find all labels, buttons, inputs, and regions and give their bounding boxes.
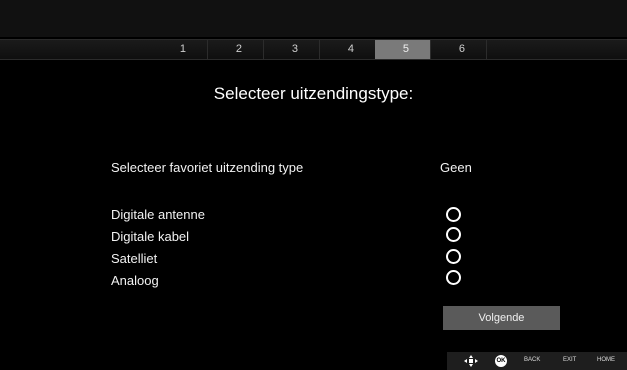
- step-4: 4: [320, 40, 376, 59]
- option-analoog[interactable]: Analoog: [111, 273, 159, 288]
- step-progress-bar: 1 2 3 4 5 6: [0, 39, 627, 60]
- top-band: [0, 0, 627, 37]
- radio-satelliet[interactable]: [446, 249, 461, 264]
- back-key-label: BACK: [524, 357, 541, 363]
- radio-digitale-kabel[interactable]: [446, 227, 461, 242]
- step-2: 2: [208, 40, 264, 59]
- home-key-label: HOME: [597, 357, 615, 363]
- radio-digitale-antenne[interactable]: [446, 207, 461, 222]
- radio-analoog[interactable]: [446, 270, 461, 285]
- next-button[interactable]: Volgende: [443, 306, 560, 330]
- favorite-type-label: Selecteer favoriet uitzending type: [111, 160, 304, 175]
- dpad-icon: [464, 355, 478, 367]
- step-6: 6: [431, 40, 487, 59]
- option-digitale-kabel[interactable]: Digitale kabel: [111, 229, 189, 244]
- step-1: 1: [152, 40, 208, 59]
- option-satelliet[interactable]: Satelliet: [111, 251, 157, 266]
- exit-key-label: EXIT: [563, 357, 577, 363]
- option-digitale-antenne[interactable]: Digitale antenne: [111, 207, 205, 222]
- ok-key-icon: OK: [495, 355, 507, 367]
- favorite-type-value[interactable]: Geen: [440, 160, 472, 175]
- step-3: 3: [264, 40, 320, 59]
- step-5-active: 5: [375, 40, 431, 59]
- page-title: Selecteer uitzendingstype:: [213, 84, 414, 103]
- remote-key-legend: OK BACK EXIT HOME: [447, 352, 627, 370]
